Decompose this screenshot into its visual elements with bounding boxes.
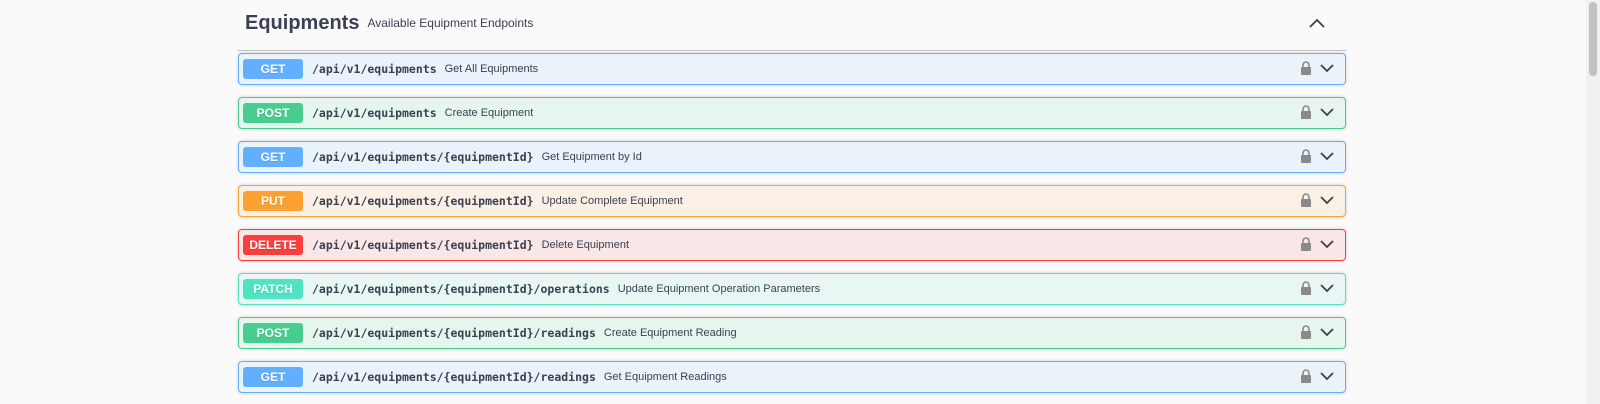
operation-path: /api/v1/equipments (312, 62, 437, 76)
method-badge: GET (243, 147, 303, 167)
operation-summary: Update Complete Equipment (541, 195, 683, 207)
operation-row[interactable]: POST /api/v1/equipments/{equipmentId}/re… (238, 317, 1346, 349)
chevron-down-icon[interactable] (1319, 59, 1335, 77)
operation-icons (1299, 323, 1335, 341)
operation-row[interactable]: DELETE /api/v1/equipments/{equipmentId} … (238, 229, 1346, 261)
operation-row[interactable]: PATCH /api/v1/equipments/{equipmentId}/o… (238, 273, 1346, 305)
operation-path: /api/v1/equipments/{equipmentId} (312, 238, 534, 252)
operation-summary: Delete Equipment (541, 239, 630, 251)
operations-list: GET /api/v1/equipments Get All Equipment… (238, 53, 1346, 404)
lock-icon[interactable] (1299, 59, 1313, 77)
lock-icon[interactable] (1299, 367, 1313, 385)
operation-row[interactable]: POST /api/v1/equipments Create Equipment (238, 97, 1346, 129)
chevron-down-icon[interactable] (1319, 279, 1335, 297)
operation-summary: Create Equipment (444, 107, 534, 119)
lock-icon[interactable] (1299, 103, 1313, 121)
operation-icons (1299, 103, 1335, 121)
lock-icon[interactable] (1299, 147, 1313, 165)
chevron-down-icon[interactable] (1319, 191, 1335, 209)
method-badge: GET (243, 367, 303, 387)
operation-icons (1299, 59, 1335, 77)
operation-path: /api/v1/equipments (312, 106, 437, 120)
operation-summary: Get All Equipments (444, 63, 539, 75)
lock-icon[interactable] (1299, 191, 1313, 209)
operation-path: /api/v1/equipments/{equipmentId}/operati… (312, 282, 610, 296)
chevron-up-icon[interactable] (1305, 11, 1329, 35)
chevron-down-icon[interactable] (1319, 103, 1335, 121)
operation-path: /api/v1/equipments/{equipmentId} (312, 194, 534, 208)
method-badge: POST (243, 323, 303, 343)
operation-row[interactable]: GET /api/v1/equipments/{equipmentId} Get… (238, 141, 1346, 173)
method-badge: POST (243, 103, 303, 123)
operation-icons (1299, 147, 1335, 165)
operation-path: /api/v1/equipments/{equipmentId}/reading… (312, 326, 596, 340)
scrollbar[interactable] (1586, 0, 1600, 404)
swagger-page: Equipments Available Equipment Endpoints… (0, 0, 1600, 404)
operation-path: /api/v1/equipments/{equipmentId}/reading… (312, 370, 596, 384)
equipments-tag-section: Equipments Available Equipment Endpoints (237, 0, 1347, 51)
operation-icons (1299, 191, 1335, 209)
method-badge: DELETE (243, 235, 303, 255)
operation-icons (1299, 279, 1335, 297)
lock-icon[interactable] (1299, 235, 1313, 253)
operation-icons (1299, 367, 1335, 385)
operation-summary: Get Equipment Readings (603, 371, 727, 383)
operation-summary: Get Equipment by Id (541, 151, 642, 163)
operation-summary: Update Equipment Operation Parameters (617, 283, 821, 295)
operation-row[interactable]: GET /api/v1/equipments Get All Equipment… (238, 53, 1346, 85)
operation-summary: Create Equipment Reading (603, 327, 737, 339)
lock-icon[interactable] (1299, 323, 1313, 341)
chevron-down-icon[interactable] (1319, 323, 1335, 341)
tag-description: Available Equipment Endpoints (367, 16, 534, 30)
operation-row[interactable]: GET /api/v1/equipments/{equipmentId}/rea… (238, 361, 1346, 393)
tag-title[interactable]: Equipments (245, 12, 359, 35)
scrollbar-thumb[interactable] (1589, 2, 1597, 76)
chevron-down-icon[interactable] (1319, 235, 1335, 253)
method-badge: PUT (243, 191, 303, 211)
chevron-down-icon[interactable] (1319, 367, 1335, 385)
operation-row[interactable]: PUT /api/v1/equipments/{equipmentId} Upd… (238, 185, 1346, 217)
method-badge: PATCH (243, 279, 303, 299)
chevron-down-icon[interactable] (1319, 147, 1335, 165)
lock-icon[interactable] (1299, 279, 1313, 297)
operation-path: /api/v1/equipments/{equipmentId} (312, 150, 534, 164)
operation-icons (1299, 235, 1335, 253)
tag-header[interactable]: Equipments Available Equipment Endpoints (237, 0, 1347, 51)
method-badge: GET (243, 59, 303, 79)
